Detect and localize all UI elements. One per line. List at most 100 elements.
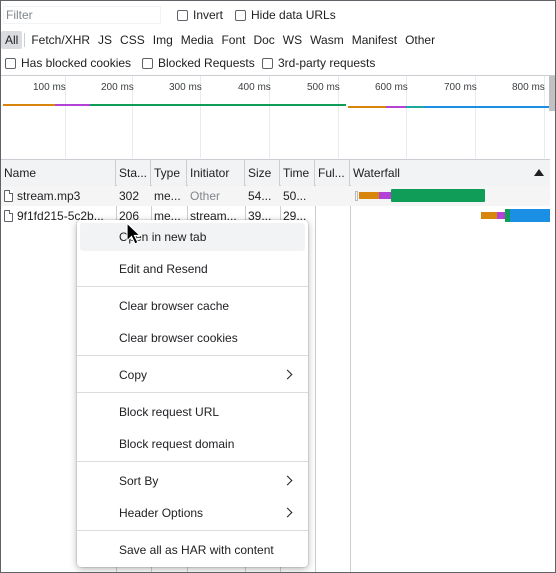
hide-data-urls-checkbox[interactable]: Hide data URLs [235, 8, 336, 22]
tick-label: 600 ms [375, 82, 408, 93]
type-filter-css[interactable]: CSS [116, 31, 149, 49]
hide-data-urls-checkbox-box[interactable] [235, 9, 246, 21]
overview-bar-download [424, 106, 550, 108]
blocked-requests-label: Blocked Requests [158, 56, 255, 70]
column-header-waterfall[interactable]: Waterfall [350, 160, 550, 186]
overview-bar-download [90, 104, 346, 106]
menu-separator [77, 392, 308, 393]
menu-item-sort-by[interactable]: Sort By [80, 467, 305, 495]
tick-label: 700 ms [444, 82, 477, 93]
type-filter-other[interactable]: Other [401, 31, 439, 49]
request-filters-row: Has blocked cookies Blocked Requests 3rd… [1, 55, 555, 73]
third-party-requests-label: 3rd-party requests [278, 56, 376, 70]
initiator-cell: Other [190, 189, 221, 203]
table-row[interactable]: stream.mp3 302 me... Other 54... 50... [1, 186, 550, 206]
overview-bar-waiting [3, 104, 55, 106]
file-icon [4, 210, 13, 222]
menu-item-save-all-as-har[interactable]: Save all as HAR with content [80, 536, 305, 564]
menu-item-label: Clear browser cache [119, 299, 230, 313]
tick-label: 400 ms [238, 82, 271, 93]
menu-item-block-request-domain[interactable]: Block request domain [80, 430, 305, 458]
menu-item-label: Sort By [119, 474, 159, 488]
blocked-requests-box[interactable] [142, 57, 153, 69]
resource-type-filters: All Fetch/XHR JS CSS Img Media Font Doc … [1, 30, 439, 50]
hide-data-urls-label: Hide data URLs [251, 8, 336, 22]
third-party-requests-checkbox[interactable]: 3rd-party requests [262, 56, 375, 70]
column-header-time[interactable]: Time [280, 160, 315, 186]
menu-item-edit-and-resend[interactable]: Edit and Resend [80, 255, 305, 283]
type-filter-manifest[interactable]: Manifest [348, 31, 401, 49]
menu-item-open-in-new-tab[interactable]: Open in new tab [80, 223, 305, 251]
waterfall-bar-ssl [497, 212, 505, 219]
type-filter-media[interactable]: Media [177, 31, 218, 49]
status-cell: 302 [119, 189, 140, 203]
menu-item-clear-browser-cookies[interactable]: Clear browser cookies [80, 324, 305, 352]
menu-item-label: Block request URL [119, 405, 220, 419]
size-cell: 54... [248, 189, 272, 203]
has-blocked-cookies-checkbox[interactable]: Has blocked cookies [5, 56, 131, 70]
type-filter-font[interactable]: Font [217, 31, 249, 49]
overview-scrollbar[interactable] [549, 76, 555, 111]
menu-item-clear-browser-cache[interactable]: Clear browser cache [80, 292, 305, 320]
column-divider [350, 185, 351, 572]
menu-item-copy[interactable]: Copy [80, 361, 305, 389]
timeline-overview[interactable]: 100 ms 200 ms 300 ms 400 ms 500 ms 600 m… [1, 76, 550, 158]
sort-ascending-icon[interactable] [534, 169, 544, 176]
column-header-type[interactable]: Type [151, 160, 187, 186]
invert-label: Invert [193, 8, 224, 22]
waterfall-queued [355, 191, 358, 201]
tick-label: 300 ms [169, 82, 202, 93]
column-divider [315, 185, 316, 572]
type-filter-divider [24, 33, 26, 47]
column-header-status[interactable]: Sta... [116, 160, 151, 186]
filter-bar: Invert Hide data URLs [1, 5, 555, 25]
menu-item-label: Save all as HAR with content [119, 543, 274, 557]
type-filter-img[interactable]: Img [149, 31, 177, 49]
invert-checkbox[interactable]: Invert [177, 8, 223, 22]
chevron-right-icon [282, 475, 293, 486]
overview-bar-waiting [348, 106, 386, 108]
tick-label: 800 ms [512, 82, 545, 93]
network-panel: Invert Hide data URLs All Fetch/XHR JS C… [0, 0, 556, 573]
menu-item-label: Header Options [119, 506, 204, 520]
blocked-requests-checkbox[interactable]: Blocked Requests [142, 56, 255, 70]
mouse-cursor-icon [126, 222, 142, 245]
menu-item-header-options[interactable]: Header Options [80, 499, 305, 527]
menu-separator [77, 461, 308, 462]
waterfall-bar-waiting [359, 192, 379, 199]
type-filter-fetch-xhr[interactable]: Fetch/XHR [27, 31, 94, 49]
chevron-right-icon [282, 507, 293, 518]
context-menu: Open in new tab Edit and Resend Clear br… [77, 220, 308, 567]
time-cell: 50... [283, 189, 307, 203]
overview-bar-ssl [55, 104, 90, 106]
type-filter-ws[interactable]: WS [279, 31, 306, 49]
column-header-initiator[interactable]: Initiator [187, 160, 245, 186]
third-party-requests-box[interactable] [262, 57, 273, 69]
type-filter-doc[interactable]: Doc [249, 31, 278, 49]
menu-item-block-request-url[interactable]: Block request URL [80, 398, 305, 426]
waterfall-bar-download [510, 209, 550, 222]
has-blocked-cookies-label: Has blocked cookies [21, 56, 132, 70]
request-table-header: Name Sta... Type Initiator Size Time Ful… [1, 159, 550, 187]
column-header-name[interactable]: Name [1, 160, 116, 186]
column-header-size[interactable]: Size [245, 160, 280, 186]
overview-bar-download [406, 106, 424, 108]
tick-label: 500 ms [307, 82, 340, 93]
file-icon [4, 190, 13, 202]
invert-checkbox-box[interactable] [177, 9, 188, 21]
waterfall-bar-ssl [379, 192, 391, 199]
menu-separator [77, 355, 308, 356]
menu-separator [77, 286, 308, 287]
waterfall-bar-download [391, 189, 485, 202]
menu-item-label: Edit and Resend [119, 262, 208, 276]
waterfall-bar-waiting [481, 212, 497, 219]
request-name: stream.mp3 [17, 189, 81, 203]
menu-item-label: Block request domain [119, 437, 235, 451]
type-filter-js[interactable]: JS [94, 31, 116, 49]
type-filter-all[interactable]: All [1, 31, 23, 49]
filter-input[interactable] [3, 6, 161, 24]
column-header-fulfilled-by[interactable]: Ful... [315, 160, 350, 186]
has-blocked-cookies-box[interactable] [5, 57, 16, 69]
type-filter-wasm[interactable]: Wasm [306, 31, 348, 49]
menu-item-label: Copy [119, 368, 148, 382]
